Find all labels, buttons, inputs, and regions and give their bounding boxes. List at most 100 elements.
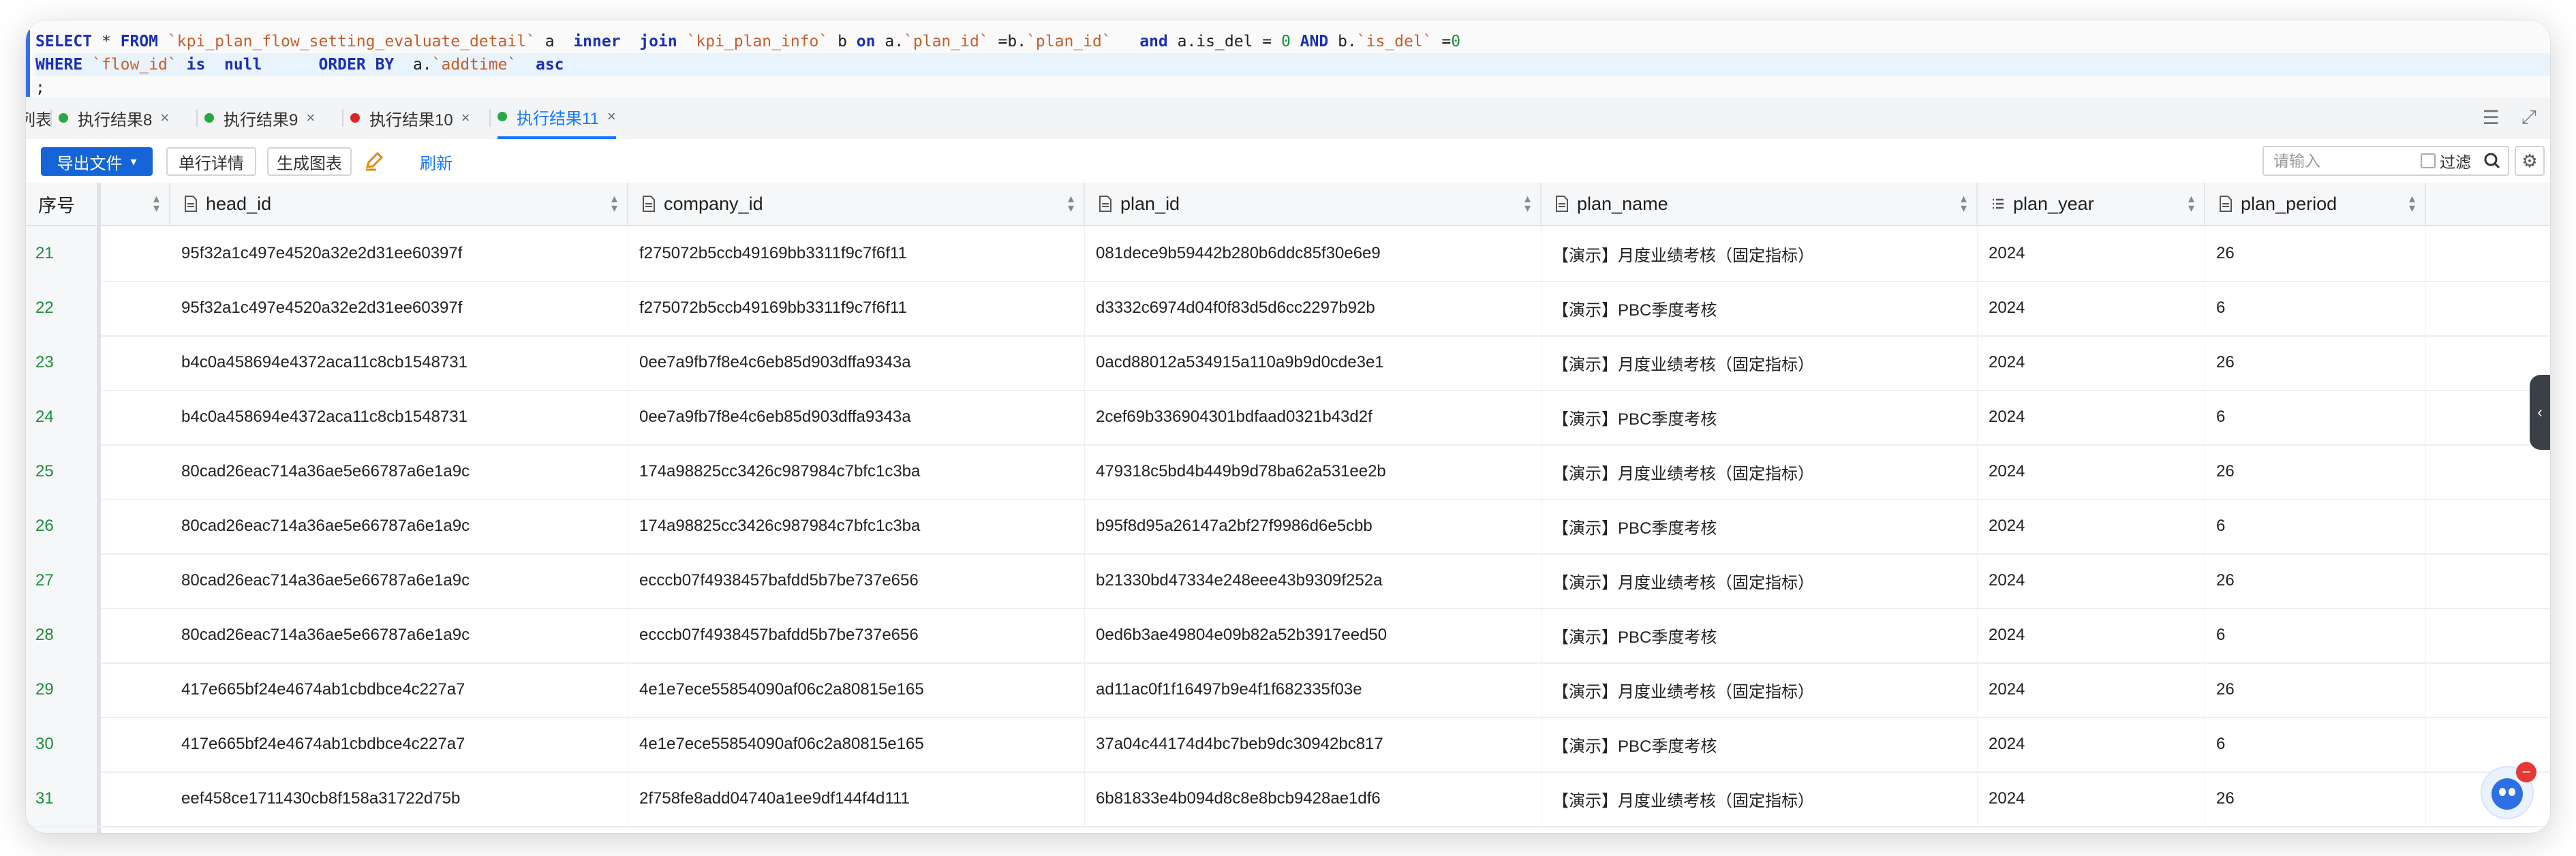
- plan-period-cell[interactable]: 26: [2205, 335, 2426, 390]
- single-row-detail-button[interactable]: 单行详情: [166, 147, 256, 176]
- table-row[interactable]: 24 b4c0a458694e4372aca11c8cb1548731 0ee7a9…: [26, 390, 2550, 446]
- settings-button[interactable]: ⚙: [2515, 146, 2545, 176]
- head-id-cell[interactable]: b4c0a458694e4372aca11c8cb1548731: [170, 335, 628, 390]
- company-id-cell[interactable]: f275072b5ccb49169bb3311f9c7f6f11: [628, 226, 1085, 281]
- table-row[interactable]: 23 b4c0a458694e4372aca11c8cb1548731 0ee7a9…: [26, 335, 2550, 391]
- edit-pen-icon[interactable]: [363, 149, 387, 173]
- tab-result-8[interactable]: 执行结果8 ×: [59, 97, 169, 139]
- plan-name-cell[interactable]: 【演示】月度业绩考核（固定指标）: [1542, 553, 1978, 608]
- row-number-cell[interactable]: 26: [26, 499, 101, 553]
- plan-year-cell[interactable]: 2024: [1978, 390, 2205, 444]
- row-number-cell[interactable]: 29: [26, 662, 101, 717]
- head-id-cell[interactable]: b4c0a458694e4372aca11c8cb1548731: [170, 390, 628, 444]
- header-plan-year[interactable]: plan_year ▴ ▾: [1978, 183, 2205, 225]
- head-id-cell[interactable]: 80cad26eac714a36ae5e66787a6e1a9c: [170, 499, 628, 553]
- head-id-cell[interactable]: 80cad26eac714a36ae5e66787a6e1a9c: [170, 608, 628, 662]
- generate-chart-button[interactable]: 生成图表: [267, 147, 352, 176]
- plan-period-cell[interactable]: 6: [2205, 717, 2426, 771]
- row-number-cell[interactable]: 28: [26, 608, 101, 662]
- plan-id-cell[interactable]: ad11ac0f1f16497b9e4f1f682335f03e: [1085, 662, 1542, 717]
- sort-icon[interactable]: ▴ ▾: [1068, 192, 1074, 214]
- tab-list[interactable]: 列表: [26, 97, 52, 139]
- plan-year-cell[interactable]: 2024: [1978, 662, 2205, 717]
- plan-name-cell[interactable]: 【演示】PBC季度考核: [1542, 390, 1978, 444]
- sort-icon[interactable]: ▴ ▾: [1961, 192, 1967, 214]
- plan-period-cell[interactable]: 6: [2205, 390, 2426, 444]
- company-id-cell[interactable]: 4e1e7ece55854090af06c2a80815e165: [628, 717, 1085, 771]
- search-input[interactable]: [2272, 151, 2411, 171]
- table-row[interactable]: 25 80cad26eac714a36ae5e66787a6e1a9c 174a98…: [26, 444, 2550, 500]
- plan-id-cell[interactable]: 0ed6b3ae49804e09b82a52b3917eed50: [1085, 608, 1542, 662]
- table-row[interactable]: 28 80cad26eac714a36ae5e66787a6e1a9c ecccb0…: [26, 608, 2550, 664]
- row-number-cell[interactable]: 30: [26, 717, 101, 771]
- plan-period-cell[interactable]: 6: [2205, 608, 2426, 662]
- assistant-avatar[interactable]: −: [2481, 762, 2536, 819]
- plan-id-cell[interactable]: b95f8d95a26147a2bf27f9986d6e5cbb: [1085, 499, 1542, 553]
- company-id-cell[interactable]: 174a98825cc3426c987984c7bfc1c3ba: [628, 444, 1085, 499]
- plan-year-cell[interactable]: 2024: [1978, 226, 2205, 281]
- head-id-cell[interactable]: 80cad26eac714a36ae5e66787a6e1a9c: [170, 444, 628, 499]
- row-number-cell[interactable]: 27: [26, 553, 101, 608]
- fullscreen-icon[interactable]: ⤢: [2521, 106, 2536, 129]
- table-row[interactable]: 22 95f32a1c497e4520a32e2d31ee60397f f27507…: [26, 281, 2550, 337]
- sql-editor[interactable]: SELECT * FROM `kpi_plan_flow_setting_eva…: [26, 20, 2550, 98]
- sort-icon[interactable]: ▴ ▾: [1524, 192, 1531, 214]
- plan-id-cell[interactable]: 2cef69b336904301bdfaad0321b43d2f: [1085, 390, 1542, 444]
- export-file-button[interactable]: 导出文件 ▾: [41, 147, 153, 176]
- plan-name-cell[interactable]: 【演示】PBC季度考核: [1542, 281, 1978, 335]
- plan-year-cell[interactable]: 2024: [1978, 444, 2205, 499]
- plan-id-cell[interactable]: 479318c5bd4b449b9d78ba62a531ee2b: [1085, 444, 1542, 499]
- table-row[interactable]: 30 417e665bf24e4674ab1cbdbce4c227a7 4e1e7e…: [26, 717, 2550, 773]
- plan-id-cell[interactable]: 081dece9b59442b280b6ddc85f30e6e9: [1085, 226, 1542, 281]
- plan-id-cell[interactable]: b21330bd47334e248eee43b9309f252a: [1085, 553, 1542, 608]
- row-number-cell[interactable]: 25: [26, 444, 101, 499]
- company-id-cell[interactable]: 174a98825cc3426c987984c7bfc1c3ba: [628, 499, 1085, 553]
- tab-result-11[interactable]: 执行结果11 ×: [497, 97, 616, 139]
- plan-name-cell[interactable]: 【演示】PBC季度考核: [1542, 499, 1978, 553]
- sql-line-3[interactable]: ;: [35, 76, 2550, 100]
- header-company-id[interactable]: company_id ▴ ▾: [628, 183, 1085, 225]
- plan-period-cell[interactable]: 26: [2205, 226, 2426, 281]
- table-row[interactable]: 21 95f32a1c497e4520a32e2d31ee60397f f27507…: [26, 226, 2550, 282]
- plan-year-cell[interactable]: 2024: [1978, 771, 2205, 826]
- company-id-cell[interactable]: 4e1e7ece55854090af06c2a80815e165: [628, 662, 1085, 717]
- refresh-link[interactable]: 刷新: [420, 147, 453, 176]
- plan-name-cell[interactable]: 【演示】PBC季度考核: [1542, 608, 1978, 662]
- company-id-cell[interactable]: ecccb07f4938457bafdd5b7be737e656: [628, 608, 1085, 662]
- sort-icon[interactable]: ▴ ▾: [2188, 192, 2194, 214]
- table-row[interactable]: 31 eef458ce1711430cb8f158a31722d75b 2f758f…: [26, 771, 2550, 827]
- plan-name-cell[interactable]: 【演示】月度业绩考核（固定指标）: [1542, 444, 1978, 499]
- head-id-cell[interactable]: eef458ce1711430cb8f158a31722d75b: [170, 771, 628, 826]
- header-hidden-column[interactable]: ▴ ▾: [101, 183, 170, 225]
- plan-period-cell[interactable]: 26: [2205, 444, 2426, 499]
- search-icon[interactable]: [2483, 152, 2501, 170]
- head-id-cell[interactable]: 95f32a1c497e4520a32e2d31ee60397f: [170, 226, 628, 281]
- sql-line-1[interactable]: SELECT * FROM `kpi_plan_flow_setting_eva…: [35, 30, 2550, 53]
- plan-name-cell[interactable]: 【演示】月度业绩考核（固定指标）: [1542, 226, 1978, 281]
- head-id-cell[interactable]: 80cad26eac714a36ae5e66787a6e1a9c: [170, 553, 628, 608]
- sort-icon[interactable]: ▴ ▾: [611, 192, 617, 214]
- filter-checkbox[interactable]: [2421, 153, 2436, 168]
- plan-year-cell[interactable]: 2024: [1978, 281, 2205, 335]
- close-icon[interactable]: ×: [160, 109, 169, 127]
- tab-result-9[interactable]: 执行结果9 ×: [204, 97, 315, 139]
- plan-period-cell[interactable]: 6: [2205, 281, 2426, 335]
- header-plan-name[interactable]: plan_name ▴ ▾: [1542, 183, 1978, 225]
- row-number-cell[interactable]: 22: [26, 281, 101, 335]
- row-number-cell[interactable]: 23: [26, 335, 101, 390]
- plan-id-cell[interactable]: 0acd88012a534915a110a9b9d0cde3e1: [1085, 335, 1542, 390]
- sql-line-2[interactable]: WHERE `flow_id` is null ORDER BY a.`addt…: [35, 53, 2550, 76]
- close-icon[interactable]: ×: [461, 109, 470, 127]
- plan-id-cell[interactable]: 37a04c44174d4bc7beb9dc30942bc817: [1085, 717, 1542, 771]
- plan-name-cell[interactable]: 【演示】月度业绩考核（固定指标）: [1542, 335, 1978, 390]
- plan-period-cell[interactable]: 26: [2205, 662, 2426, 717]
- company-id-cell[interactable]: ecccb07f4938457bafdd5b7be737e656: [628, 553, 1085, 608]
- company-id-cell[interactable]: 0ee7a9fb7f8e4c6eb85d903dffa9343a: [628, 390, 1085, 444]
- company-id-cell[interactable]: f275072b5ccb49169bb3311f9c7f6f11: [628, 281, 1085, 335]
- plan-year-cell[interactable]: 2024: [1978, 499, 2205, 553]
- close-icon[interactable]: ×: [607, 108, 616, 125]
- plan-period-cell[interactable]: 26: [2205, 553, 2426, 608]
- close-icon[interactable]: ×: [306, 109, 315, 127]
- plan-period-cell[interactable]: 6: [2205, 499, 2426, 553]
- table-row[interactable]: 26 80cad26eac714a36ae5e66787a6e1a9c 174a98…: [26, 499, 2550, 555]
